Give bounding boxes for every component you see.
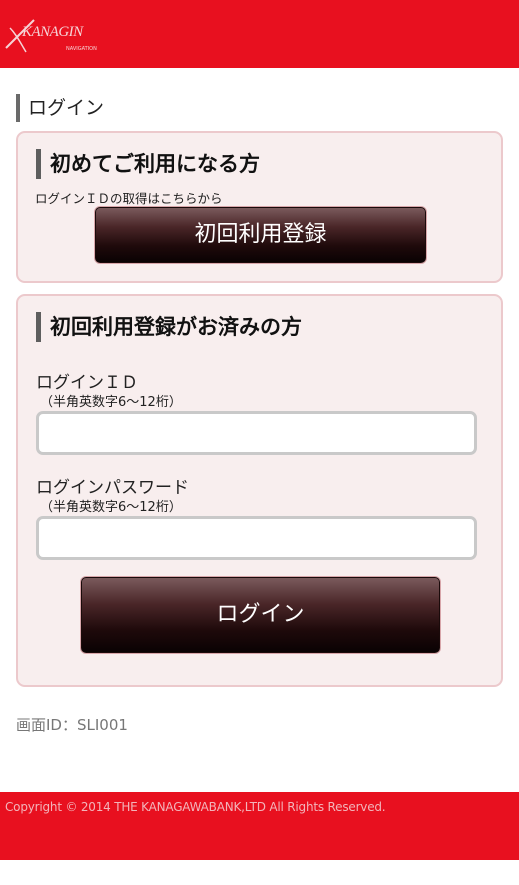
page-title: ログイン: [16, 94, 104, 122]
login-id-acquire-note: ログインＩＤの取得はこちらから: [35, 191, 223, 206]
password-label: ログインパスワード: [36, 478, 189, 498]
password-input[interactable]: [36, 516, 477, 560]
password-hint: （半角英数字6～12桁）: [40, 500, 182, 515]
login-button[interactable]: ログイン: [81, 577, 440, 653]
bank-logo[interactable]: KANAGIN NAVIGATION: [4, 14, 114, 58]
app-header: KANAGIN NAVIGATION: [0, 0, 519, 68]
first-time-heading: 初めてご利用になる方: [36, 149, 260, 179]
copyright-text: Copyright © 2014 THE KANAGAWABANK,LTD Al…: [5, 800, 386, 814]
first-time-panel: 初めてご利用になる方 ログインＩＤの取得はこちらから 初回利用登録: [16, 131, 503, 283]
logo-text: KANAGIN: [22, 24, 83, 40]
logo-subtext: NAVIGATION: [66, 46, 97, 52]
login-id-hint: （半角英数字6～12桁）: [40, 395, 182, 410]
initial-registration-button[interactable]: 初回利用登録: [95, 207, 426, 263]
app-footer: Copyright © 2014 THE KANAGAWABANK,LTD Al…: [0, 792, 519, 860]
registered-user-panel: 初回利用登録がお済みの方 ログインＩＤ （半角英数字6～12桁） ログインパスワ…: [16, 294, 503, 687]
registered-heading: 初回利用登録がお済みの方: [36, 312, 302, 342]
login-id-label: ログインＩＤ: [36, 373, 138, 393]
login-id-input[interactable]: [36, 411, 477, 455]
screen-id: 画面ID：SLI001: [16, 716, 128, 734]
